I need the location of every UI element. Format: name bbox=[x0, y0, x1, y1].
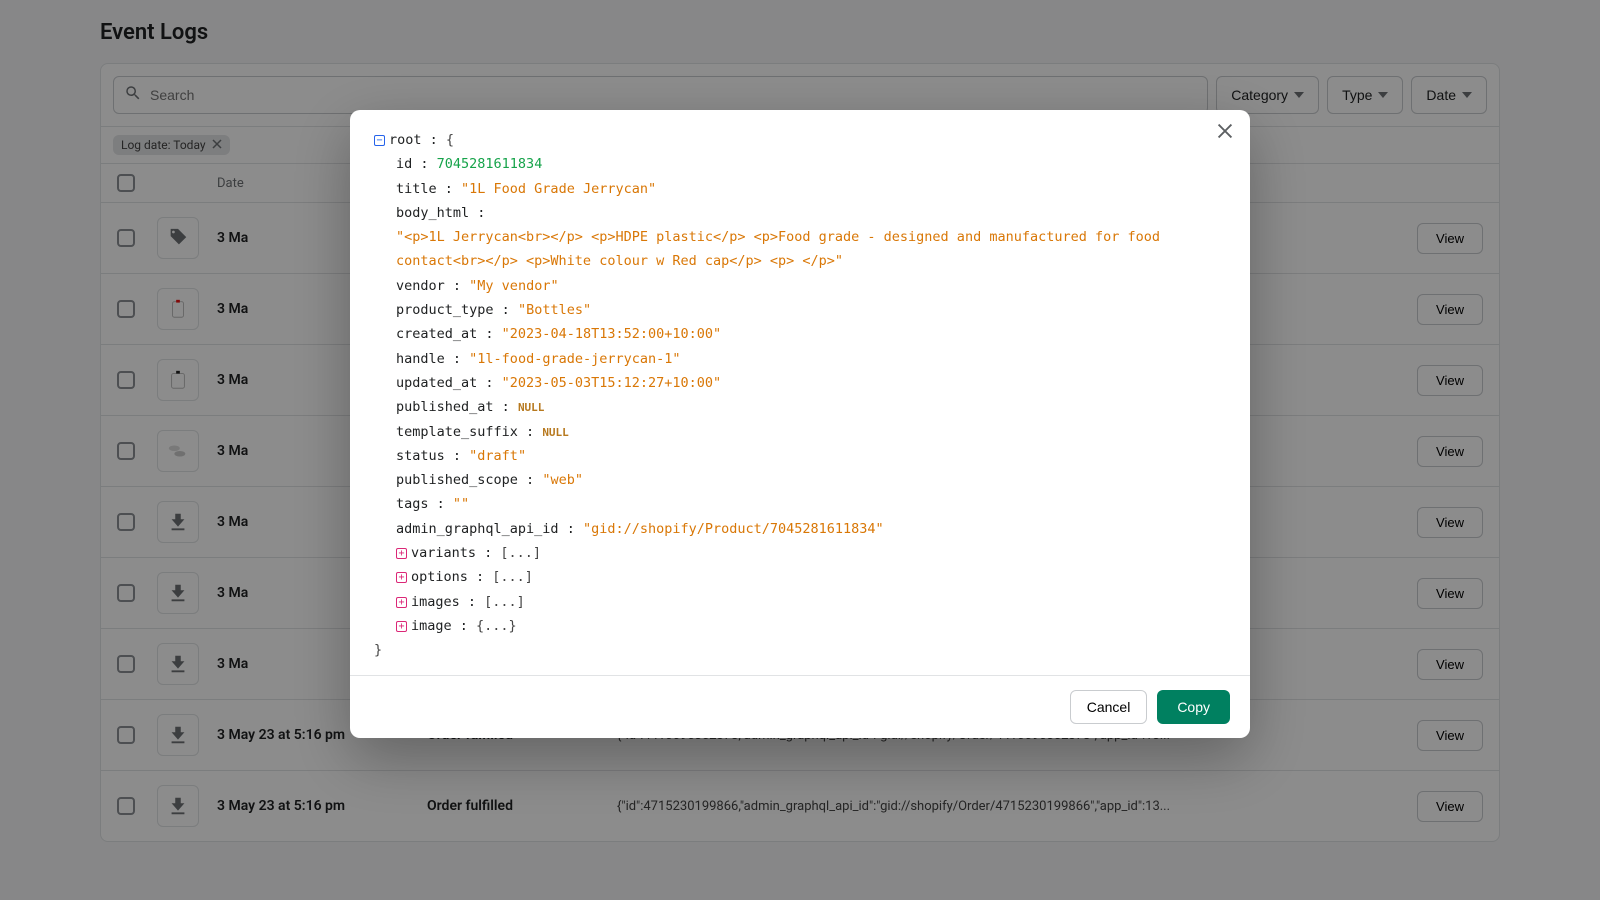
expand-toggle[interactable]: + bbox=[396, 597, 407, 608]
modal-overlay[interactable]: −root : { id : 7045281611834 title : "1L… bbox=[0, 0, 1600, 900]
expand-toggle[interactable]: + bbox=[396, 621, 407, 632]
modal-footer: Cancel Copy bbox=[350, 675, 1250, 738]
expand-toggle[interactable]: + bbox=[396, 572, 407, 583]
expand-toggle[interactable]: + bbox=[396, 548, 407, 559]
json-body: −root : { id : 7045281611834 title : "1L… bbox=[350, 110, 1250, 675]
cancel-button[interactable]: Cancel bbox=[1070, 690, 1148, 724]
modal-close-button[interactable] bbox=[1214, 120, 1236, 146]
copy-button[interactable]: Copy bbox=[1157, 690, 1230, 724]
collapse-toggle[interactable]: − bbox=[374, 135, 385, 146]
json-viewer-modal: −root : { id : 7045281611834 title : "1L… bbox=[350, 110, 1250, 738]
